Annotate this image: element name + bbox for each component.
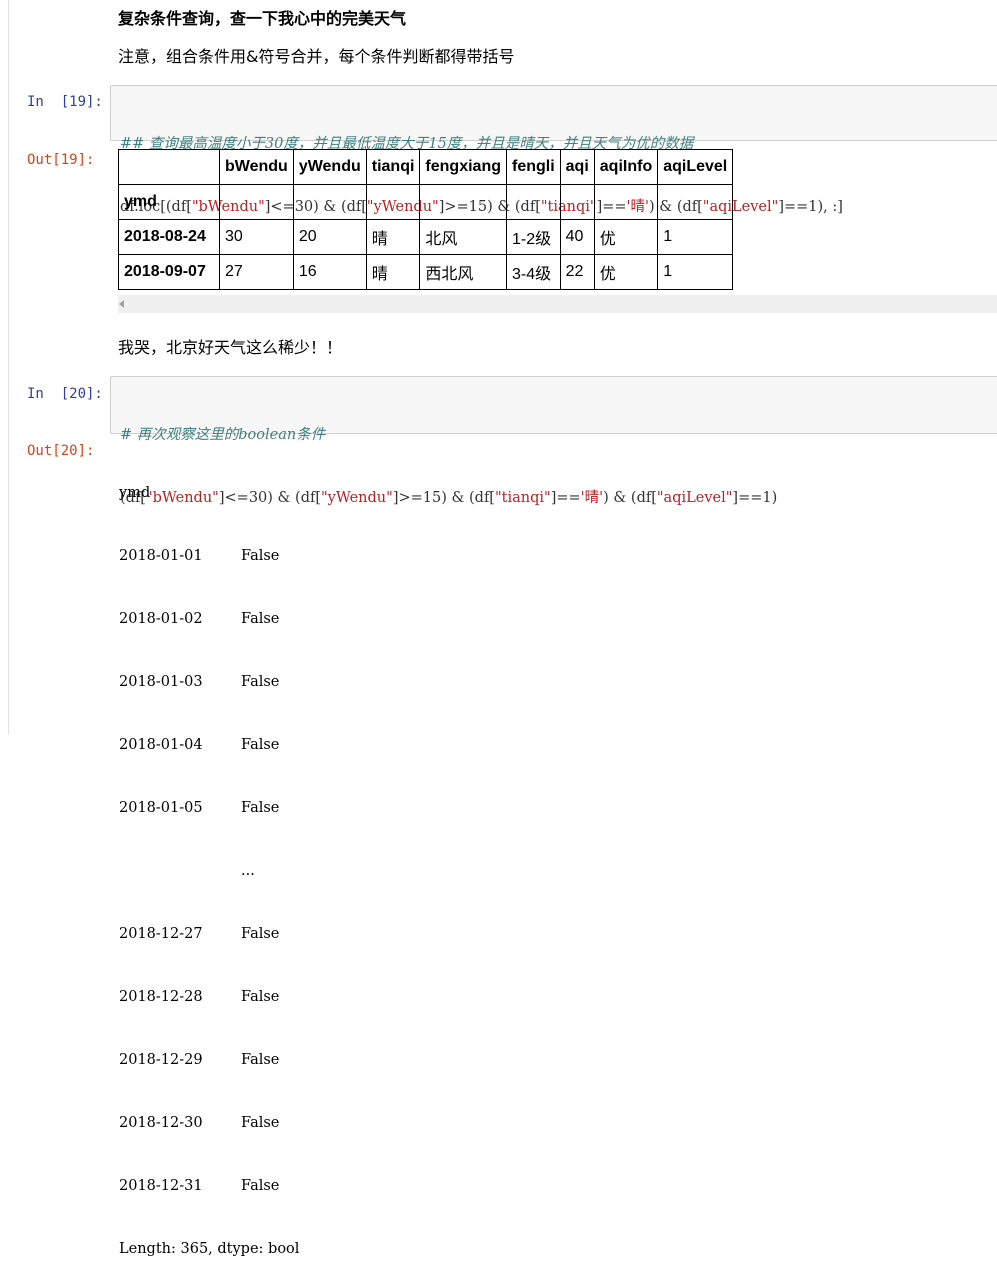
table-cell: 40	[559, 219, 595, 255]
markdown-heading: 复杂条件查询，查一下我心中的完美天气	[118, 9, 407, 28]
empty-cell	[292, 184, 367, 220]
index-name: ymd	[118, 184, 220, 220]
code-token: ]==1), :]	[778, 199, 843, 215]
list-item: 2018-01-05 False	[119, 800, 280, 816]
list-item: 2018-12-31 False	[119, 1178, 280, 1194]
table-cell: 1-2级	[505, 219, 561, 255]
table-cell: 16	[292, 254, 367, 290]
table-cell: 晴	[365, 254, 421, 290]
empty-cell	[219, 184, 294, 220]
table-cell: 北风	[419, 219, 507, 255]
table-header-row: bWendu yWendu tianqi fengxiang fengli aq…	[118, 149, 734, 185]
list-item: 2018-12-27 False	[119, 926, 280, 942]
table-row: 2018-09-07 27 16 晴 西北风 3-4级 22 优 1	[118, 254, 734, 290]
index-name-row: ymd	[118, 184, 734, 220]
table-cell: 27	[219, 254, 294, 290]
list-item: 2018-12-30 False	[119, 1115, 280, 1131]
horizontal-scrollbar[interactable]	[118, 295, 997, 313]
dataframe-output: bWendu yWendu tianqi fengxiang fengli aq…	[118, 149, 734, 290]
empty-cell	[419, 184, 507, 220]
code-cell-19[interactable]: ## 查询最高温度小于30度，并且最低温度大于15度，并且是晴天，并且天气为优的…	[110, 85, 997, 215]
markdown-note: 注意，组合条件用&符号合并，每个条件判断都得带括号	[118, 47, 515, 66]
table-cell: 1	[657, 254, 734, 290]
code-string: "tianqi"	[494, 490, 551, 506]
series-header: ymd	[119, 485, 151, 501]
input-prompt-19: In [19]:	[27, 94, 103, 110]
code-token: ]==	[550, 490, 581, 506]
column-header: aqiLevel	[657, 149, 734, 185]
column-header: aqi	[559, 149, 595, 185]
empty-cell	[657, 184, 734, 220]
empty-cell	[365, 184, 421, 220]
column-header: yWendu	[292, 149, 367, 185]
table-cell: 优	[593, 254, 659, 290]
column-header: fengli	[505, 149, 561, 185]
output-prompt-20: Out[20]:	[27, 443, 95, 459]
code-string: "aqiLevel"	[656, 490, 733, 506]
empty-cell	[593, 184, 659, 220]
code-cell-20[interactable]: # 再次观察这里的boolean条件 (df["bWendu"]<=30) & …	[110, 376, 997, 506]
series-output: ymd 2018-01-01 False 2018-01-02 False 2018…	[119, 441, 299, 1281]
code-string: '晴'	[580, 490, 604, 506]
input-prompt-20: In [20]:	[27, 386, 103, 402]
list-item: 2018-01-01 False	[119, 548, 280, 564]
column-header: aqiInfo	[593, 149, 659, 185]
table-corner-cell	[118, 149, 220, 185]
markdown-text: 我哭，北京好天气这么稀少！！	[118, 338, 343, 357]
row-index: 2018-09-07	[118, 254, 220, 290]
list-item: 2018-12-29 False	[119, 1052, 280, 1068]
empty-cell	[505, 184, 561, 220]
table-cell: 30	[219, 219, 294, 255]
empty-cell	[559, 184, 595, 220]
table-cell: 22	[559, 254, 595, 290]
code-token: ) & (df[	[603, 490, 657, 506]
ellipsis-row: ...	[241, 863, 255, 879]
notebook-left-border	[8, 0, 9, 734]
output-prompt-19: Out[19]:	[27, 152, 95, 168]
row-index: 2018-08-24	[118, 219, 220, 255]
list-item: 2018-01-02 False	[119, 611, 280, 627]
code-token: ]>=15) & (df[	[392, 490, 495, 506]
column-header: bWendu	[219, 149, 294, 185]
table-cell: 20	[292, 219, 367, 255]
column-header: tianqi	[365, 149, 421, 185]
list-item: 2018-01-03 False	[119, 674, 280, 690]
column-header: fengxiang	[419, 149, 507, 185]
code-string: "yWendu"	[321, 490, 393, 506]
table-row: 2018-08-24 30 20 晴 北风 1-2级 40 优 1	[118, 219, 734, 255]
table-cell: 1	[657, 219, 734, 255]
table-cell: 3-4级	[505, 254, 561, 290]
table-cell: 晴	[365, 219, 421, 255]
code-token: ]==1)	[732, 490, 778, 506]
scroll-left-arrow-icon[interactable]	[119, 300, 124, 308]
list-item: 2018-12-28 False	[119, 989, 280, 1005]
table-cell: 西北风	[419, 254, 507, 290]
table-cell: 优	[593, 219, 659, 255]
list-item: 2018-01-04 False	[119, 737, 280, 753]
series-footer: Length: 365, dtype: bool	[119, 1241, 300, 1257]
